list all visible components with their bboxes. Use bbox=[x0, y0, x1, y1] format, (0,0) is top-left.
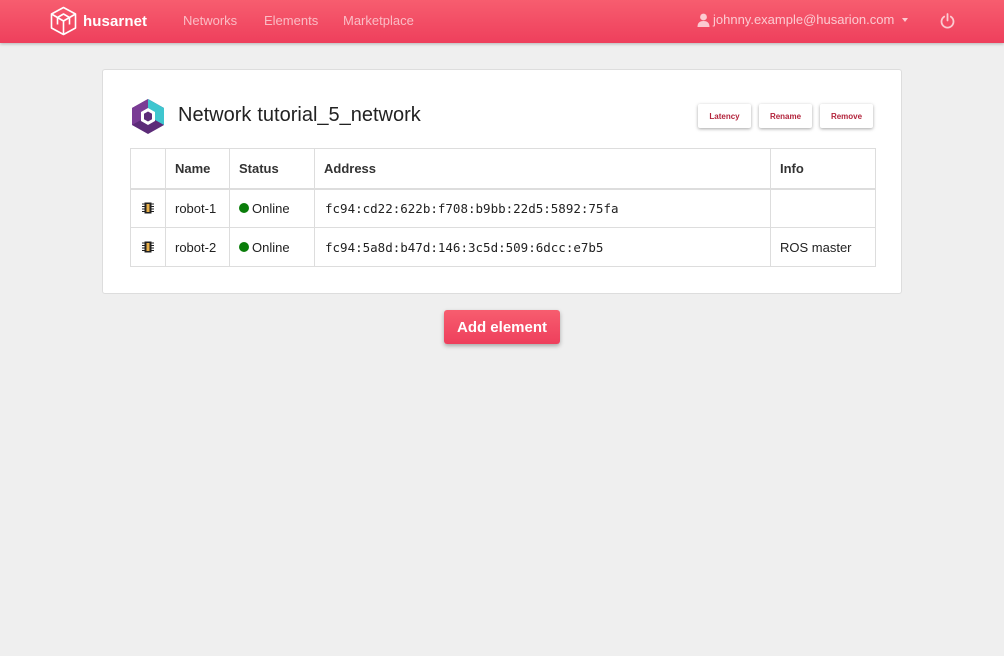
column-header-status: Status bbox=[229, 148, 315, 190]
user-icon bbox=[697, 13, 710, 27]
column-header-address: Address bbox=[314, 148, 771, 190]
column-header-info: Info bbox=[770, 148, 876, 190]
element-status-cell: Online bbox=[229, 227, 315, 267]
nav-link-elements[interactable]: Elements bbox=[264, 13, 318, 28]
chip-icon bbox=[142, 202, 154, 214]
top-navbar: husarnet Networks Elements Marketplace j… bbox=[0, 0, 1004, 43]
elements-table: Name Status Address Info robot-1 Online bbox=[130, 148, 876, 267]
brand-name: husarnet bbox=[83, 12, 148, 30]
network-card: Network tutorial_5_network Latency Renam… bbox=[102, 69, 902, 294]
element-icon-cell bbox=[130, 227, 166, 267]
add-element-button[interactable]: Add element bbox=[444, 310, 560, 344]
remove-button[interactable]: Remove bbox=[820, 104, 873, 128]
network-hex-logo-icon bbox=[132, 99, 164, 134]
element-info bbox=[770, 188, 876, 228]
element-icon-cell bbox=[130, 188, 166, 228]
online-status-dot bbox=[239, 242, 249, 252]
column-header-name: Name bbox=[165, 148, 230, 190]
table-row[interactable]: robot-1 Online fc94:cd22:622b:f708:b9bb:… bbox=[130, 188, 876, 228]
element-status: Online bbox=[252, 239, 290, 255]
nav-link-marketplace[interactable]: Marketplace bbox=[343, 13, 414, 28]
element-name: robot-1 bbox=[165, 188, 230, 228]
rename-button[interactable]: Rename bbox=[759, 104, 812, 128]
husarnet-cube-icon bbox=[50, 6, 77, 36]
caret-down-icon bbox=[902, 18, 909, 22]
power-icon[interactable] bbox=[940, 13, 955, 29]
network-name: tutorial_5_network bbox=[257, 104, 421, 126]
element-status-cell: Online bbox=[229, 188, 315, 228]
element-address: fc94:5a8d:b47d:146:3c5d:509:6dcc:e7b5 bbox=[314, 227, 771, 267]
user-menu-dropdown[interactable]: johnny.example@husarion.com bbox=[697, 12, 909, 27]
element-address: fc94:cd22:622b:f708:b9bb:22d5:5892:75fa bbox=[314, 188, 771, 228]
chip-icon bbox=[142, 241, 154, 253]
column-header-icon bbox=[130, 148, 166, 190]
element-status: Online bbox=[252, 200, 290, 216]
nav-link-networks[interactable]: Networks bbox=[183, 13, 237, 28]
network-title: Network tutorial_5_network bbox=[178, 104, 421, 127]
table-header-row: Name Status Address Info bbox=[130, 148, 876, 190]
latency-button[interactable]: Latency bbox=[698, 104, 751, 128]
network-title-prefix: Network bbox=[178, 104, 252, 126]
online-status-dot bbox=[239, 203, 249, 214]
table-row[interactable]: robot-2 Online fc94:5a8d:b47d:146:3c5d:5… bbox=[130, 227, 876, 267]
element-name: robot-2 bbox=[165, 227, 230, 267]
user-email: johnny.example@husarion.com bbox=[713, 12, 895, 27]
element-info: ROS master bbox=[770, 227, 876, 267]
brand-logo-link[interactable]: husarnet bbox=[50, 6, 147, 36]
